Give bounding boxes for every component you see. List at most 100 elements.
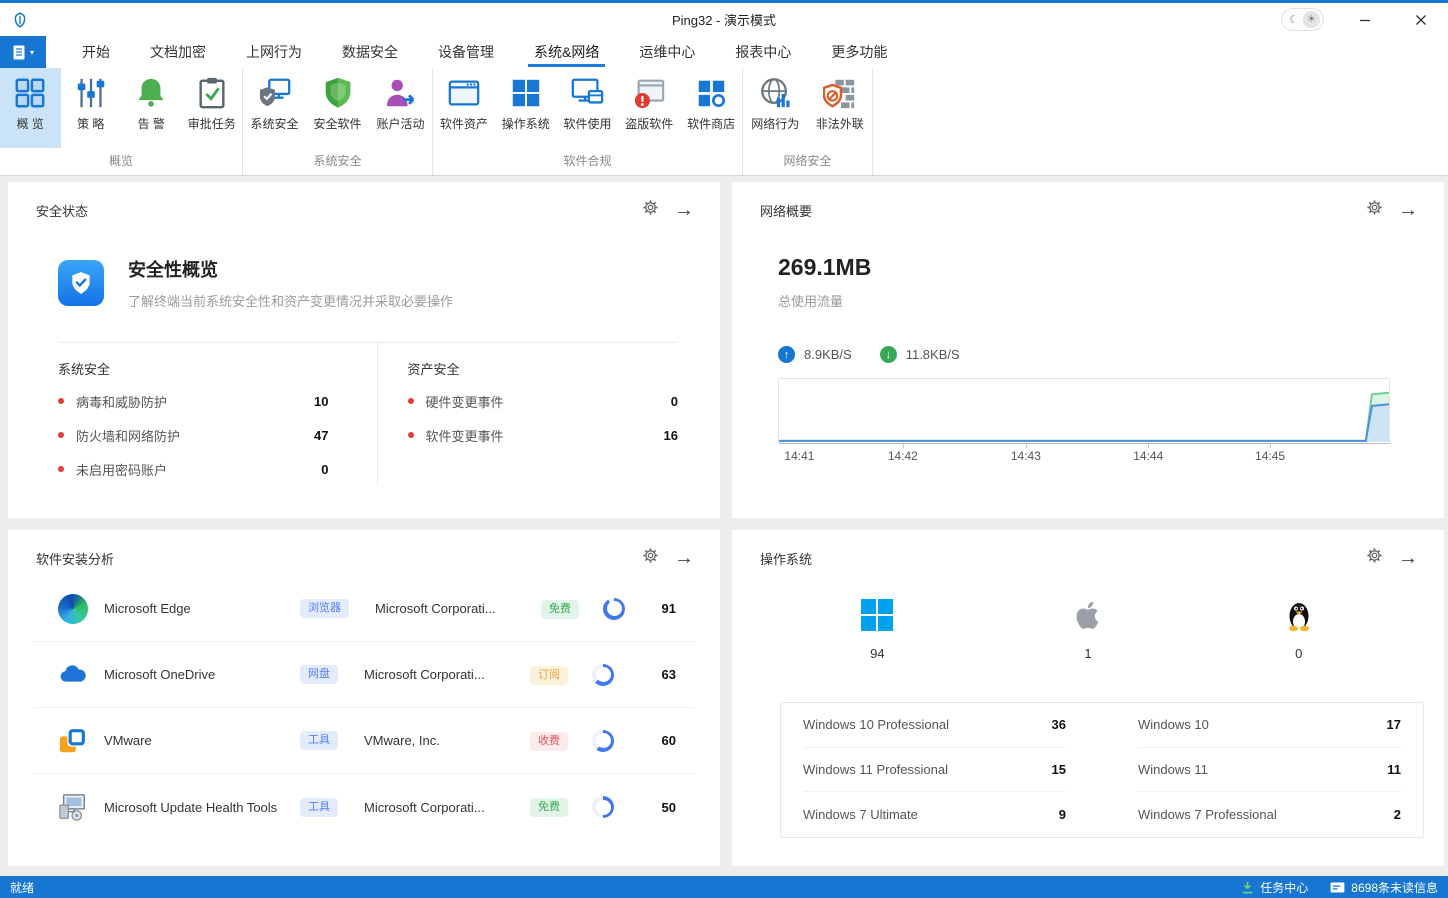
software-store-icon [694, 76, 728, 110]
tab-report-center[interactable]: 报表中心 [715, 36, 811, 68]
approval-clipboard-icon [195, 76, 229, 110]
panel-title: 操作系统 [760, 549, 812, 568]
ribbon-group-software-compliance: 软件资产 操作系统 软件使用 盗版软件 软件商店 软件合规 [433, 68, 743, 175]
install-count: 50 [662, 800, 684, 815]
tab-more-features[interactable]: 更多功能 [811, 36, 907, 68]
install-count: 91 [662, 601, 684, 616]
software-row-onedrive[interactable]: Microsoft OneDrive 网盘 Microsoft Corporat… [34, 642, 694, 708]
ribbon-group-network-security: 网络行为 非法外联 网络安全 [743, 68, 873, 175]
arrow-right-icon[interactable]: → [1398, 548, 1418, 568]
traffic-chart-plot [779, 379, 1389, 443]
gear-icon[interactable] [643, 548, 658, 568]
edge-icon [58, 594, 88, 624]
red-dot-icon [408, 432, 414, 438]
tab-doc-encryption[interactable]: 文档加密 [130, 36, 226, 68]
price-tag: 免费 [530, 798, 568, 817]
ribbon-item-network-behavior[interactable]: 网络行为 [743, 68, 808, 148]
red-dot-icon [408, 398, 414, 404]
price-tag: 免费 [541, 600, 579, 619]
tick-mark [903, 444, 904, 448]
table-row: Windows 10 Professional36 [803, 703, 1066, 748]
app-logo-icon [12, 11, 30, 29]
stat-software-change: 软件变更事件16 [408, 418, 679, 452]
vmware-icon [58, 726, 88, 756]
tab-ops-center[interactable]: 运维中心 [619, 36, 715, 68]
ribbon-item-software-asset[interactable]: 软件资产 [433, 68, 495, 148]
x-tick-label: 14:41 [784, 449, 814, 463]
x-tick-label: 14:45 [1255, 449, 1285, 463]
sun-icon: ☀ [1303, 11, 1320, 28]
ribbon-item-software-store[interactable]: 软件商店 [680, 68, 742, 148]
tab-data-security[interactable]: 数据安全 [322, 36, 418, 68]
close-button[interactable] [1406, 7, 1436, 33]
red-dot-icon [58, 432, 64, 438]
tab-system-network[interactable]: 系统&网络 [514, 36, 619, 68]
traffic-chart-x-axis: 14:41 14:42 14:43 14:44 14:45 [778, 446, 1390, 464]
software-row-update-health-tools[interactable]: Microsoft Update Health Tools 工具 Microso… [34, 774, 694, 840]
tick-mark [1270, 444, 1271, 448]
ribbon-item-pirated-software[interactable]: 盗版软件 [618, 68, 680, 148]
section-title-asset-security: 资产安全 [408, 359, 679, 378]
windows-logo-icon [509, 76, 543, 110]
price-tag: 订阅 [530, 666, 568, 685]
stat-hardware-change: 硬件变更事件0 [408, 384, 679, 418]
install-progress-ring [592, 730, 614, 752]
security-overview-title: 安全性概览 [128, 256, 453, 282]
file-menu-button[interactable]: ▾ [0, 36, 46, 68]
red-dot-icon [58, 466, 64, 472]
installer-icon [58, 792, 88, 822]
upload-arrow-icon: ↑ [778, 346, 795, 363]
ribbon-item-alert[interactable]: 告 警 [121, 68, 182, 148]
tab-web-behavior[interactable]: 上网行为 [226, 36, 322, 68]
gear-icon[interactable] [643, 200, 658, 220]
task-center-button[interactable]: 任务中心 [1241, 879, 1308, 896]
table-row: Windows 1111 [1138, 748, 1401, 793]
software-row-edge[interactable]: Microsoft Edge 浏览器 Microsoft Corporati..… [34, 576, 694, 642]
pirated-software-alert-icon [632, 76, 666, 110]
ribbon-group-system-security: 系统安全 安全软件 账户活动 系统安全 [243, 68, 433, 175]
minimize-button[interactable] [1350, 7, 1380, 33]
ribbon-item-operating-system[interactable]: 操作系统 [495, 68, 557, 148]
ribbon-item-account-activity[interactable]: 账户活动 [369, 68, 432, 148]
ribbon-group-overview: 概 览 策 略 告 警 审批任务 概览 [0, 68, 243, 175]
ribbon-item-software-usage[interactable]: 软件使用 [557, 68, 619, 148]
ribbon: 概 览 策 略 告 警 审批任务 概览 系统安全 [0, 68, 1448, 176]
os-count: 0 [1295, 646, 1302, 661]
install-progress-ring [592, 664, 614, 686]
ribbon-item-security-software[interactable]: 安全软件 [306, 68, 369, 148]
category-tag: 浏览器 [300, 599, 349, 618]
total-traffic-label: 总使用流量 [778, 291, 1444, 310]
os-summary-apple: 1 [983, 598, 1194, 661]
tab-device-mgmt[interactable]: 设备管理 [418, 36, 514, 68]
panel-title: 网络概要 [760, 201, 812, 220]
caret-down-icon: ▾ [30, 48, 34, 57]
price-tag: 收费 [530, 732, 568, 751]
upload-speed: 8.9KB/S [804, 347, 852, 362]
gear-icon[interactable] [1367, 200, 1382, 220]
software-row-vmware[interactable]: VMware 工具 VMware, Inc. 收费 60 [34, 708, 694, 774]
panel-operating-system: 操作系统 → 94 1 0 Windows 10 Professional36 … [732, 530, 1444, 866]
arrow-right-icon[interactable]: → [674, 548, 694, 568]
theme-toggle[interactable]: ☾ ☀ [1281, 8, 1324, 31]
ribbon-item-approval-tasks[interactable]: 审批任务 [182, 68, 243, 148]
stat-virus-threat: 病毒和威胁防护10 [58, 384, 329, 418]
gear-icon[interactable] [1367, 548, 1382, 568]
tab-start[interactable]: 开始 [62, 36, 130, 68]
os-summary-linux: 0 [1193, 598, 1404, 661]
traffic-chart [778, 378, 1390, 444]
ribbon-item-overview[interactable]: 概 览 [0, 68, 61, 148]
ribbon-item-policy[interactable]: 策 略 [61, 68, 122, 148]
x-tick-label: 14:43 [1011, 449, 1041, 463]
software-usage-icon [570, 76, 604, 110]
arrow-right-icon[interactable]: → [1398, 200, 1418, 220]
system-security-icon [258, 76, 292, 110]
panel-title: 软件安装分析 [36, 549, 114, 568]
ribbon-item-illegal-connection[interactable]: 非法外联 [808, 68, 873, 148]
ribbon-item-system-security[interactable]: 系统安全 [243, 68, 306, 148]
account-activity-icon [384, 76, 418, 110]
stat-firewall-network: 防火墙和网络防护47 [58, 418, 329, 452]
arrow-right-icon[interactable]: → [674, 200, 694, 220]
stat-no-password-account: 未启用密码账户0 [58, 452, 329, 486]
unread-messages-button[interactable]: 8698条未读信息 [1330, 879, 1438, 896]
category-tag: 网盘 [300, 665, 338, 684]
